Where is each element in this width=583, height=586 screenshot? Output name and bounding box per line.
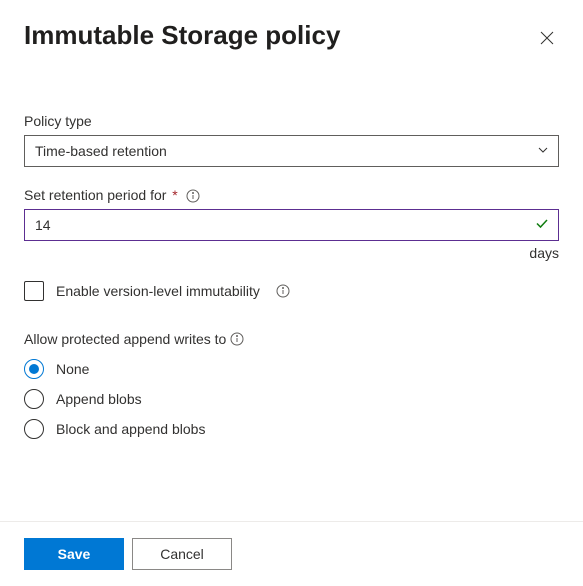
radio-block-append-label: Block and append blobs xyxy=(56,421,205,437)
cancel-button[interactable]: Cancel xyxy=(132,538,232,570)
info-icon[interactable] xyxy=(276,284,290,298)
policy-type-select[interactable]: Time-based retention xyxy=(24,135,559,167)
save-button[interactable]: Save xyxy=(24,538,124,570)
radio-none-input[interactable] xyxy=(24,359,44,379)
policy-type-label: Policy type xyxy=(24,113,559,129)
panel-title: Immutable Storage policy xyxy=(24,20,340,51)
close-button[interactable] xyxy=(535,26,559,53)
radio-append[interactable]: Append blobs xyxy=(24,389,559,409)
version-immutability-checkbox[interactable] xyxy=(24,281,44,301)
radio-block-append-input[interactable] xyxy=(24,419,44,439)
required-indicator: * xyxy=(168,187,177,203)
retention-input[interactable] xyxy=(24,209,559,241)
radio-none-label: None xyxy=(56,361,89,377)
footer: Save Cancel xyxy=(0,521,583,586)
retention-input-wrapper xyxy=(24,209,559,241)
retention-field: Set retention period for * days xyxy=(24,187,559,261)
radio-append-input[interactable] xyxy=(24,389,44,409)
radio-none[interactable]: None xyxy=(24,359,559,379)
version-immutability-row[interactable]: Enable version-level immutability xyxy=(24,281,559,301)
info-icon[interactable] xyxy=(186,189,200,203)
policy-type-field: Policy type Time-based retention xyxy=(24,113,559,167)
append-writes-label: Allow protected append writes to xyxy=(24,331,559,347)
version-immutability-label: Enable version-level immutability xyxy=(56,283,260,299)
panel-header: Immutable Storage policy xyxy=(24,20,559,53)
info-icon[interactable] xyxy=(230,332,244,346)
radio-append-label: Append blobs xyxy=(56,391,142,407)
close-icon xyxy=(539,34,555,49)
retention-unit: days xyxy=(24,245,559,261)
policy-type-select-wrapper: Time-based retention xyxy=(24,135,559,167)
radio-block-append[interactable]: Block and append blobs xyxy=(24,419,559,439)
policy-type-value: Time-based retention xyxy=(35,143,167,159)
retention-label: Set retention period for * xyxy=(24,187,559,203)
